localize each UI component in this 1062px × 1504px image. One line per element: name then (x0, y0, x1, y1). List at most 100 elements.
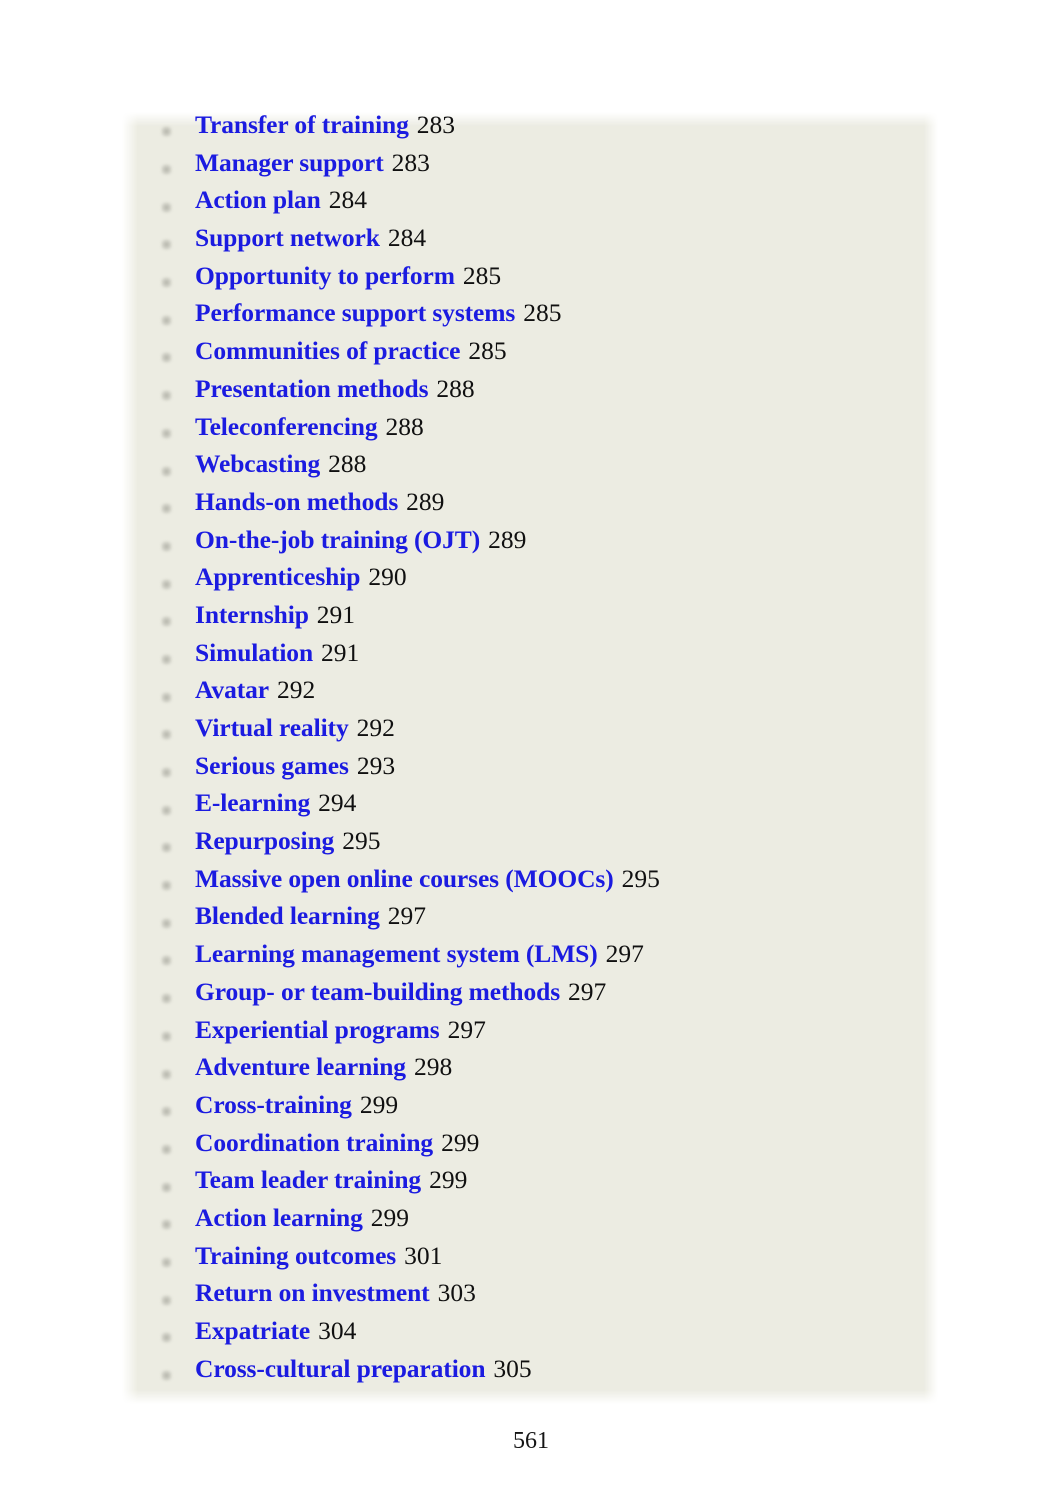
toc-entry-title[interactable]: Virtual reality (195, 715, 349, 741)
toc-entry[interactable]: Manager support 283 (122, 150, 938, 188)
toc-entry-title[interactable]: Apprenticeship (195, 564, 360, 590)
toc-entry-title[interactable]: Action plan (195, 187, 321, 213)
square-bullet-icon (160, 1181, 173, 1194)
toc-entry[interactable]: Massive open online courses (MOOCs) 295 (122, 866, 938, 904)
toc-entry-page-number: 283 (391, 147, 430, 177)
toc-entry-title[interactable]: Internship (195, 602, 309, 628)
toc-entry-title[interactable]: Teleconferencing (195, 413, 378, 440)
toc-entry-title[interactable]: On-the-job training (OJT) (195, 527, 480, 553)
toc-entry[interactable]: Adventure learning 298 (122, 1054, 938, 1092)
toc-entry-page-number: 297 (605, 939, 644, 969)
toc-entry-page-number: 289 (488, 524, 527, 554)
toc-entry-title[interactable]: Performance support systems (195, 300, 515, 326)
square-bullet-icon (160, 238, 173, 251)
toc-entry[interactable]: Repurposing 295 (122, 828, 938, 866)
toc-entry-title[interactable]: Repurposing (195, 828, 334, 854)
toc-entry-title[interactable]: Support network (195, 225, 380, 251)
toc-entry[interactable]: Cross-training 299 (122, 1092, 938, 1130)
square-bullet-icon (160, 879, 173, 892)
toc-entry[interactable]: Serious games 293 (122, 753, 938, 791)
toc-entry[interactable]: Support network 284 (122, 225, 938, 263)
toc-entry-title[interactable]: Presentation methods (195, 376, 428, 402)
square-bullet-icon (160, 389, 173, 402)
toc-entry-title[interactable]: Avatar (195, 677, 269, 703)
toc-entry-title[interactable]: Expatriate (195, 1318, 310, 1344)
square-bullet-icon (160, 540, 173, 553)
toc-entry[interactable]: Avatar 292 (122, 677, 938, 715)
toc-entry-title[interactable]: Cross-cultural preparation (195, 1356, 486, 1382)
toc-entry-page-number: 285 (523, 298, 562, 328)
square-bullet-icon (160, 1369, 173, 1382)
toc-entry[interactable]: Cross-cultural preparation 305 (122, 1356, 938, 1394)
toc-entry[interactable]: Learning management system (LMS) 297 (122, 941, 938, 979)
square-bullet-icon (160, 992, 173, 1005)
toc-entry-title[interactable]: Opportunity to perform (195, 263, 455, 289)
toc-entry-page-number: 293 (356, 750, 396, 780)
toc-entry[interactable]: On-the-job training (OJT) 289 (122, 527, 938, 565)
toc-entry[interactable]: Blended learning 297 (122, 903, 938, 941)
toc-entry[interactable]: Team leader training 299 (122, 1167, 938, 1205)
toc-entry-title[interactable]: Serious games (195, 753, 349, 779)
toc-entry-title[interactable]: Massive open online courses (MOOCs) (195, 866, 614, 892)
toc-entry[interactable]: Presentation methods 288 (122, 376, 938, 414)
toc-entry-title[interactable]: Action learning (195, 1205, 363, 1231)
toc-entry[interactable]: Experiential programs 297 (122, 1014, 938, 1055)
square-bullet-icon (160, 201, 173, 214)
toc-entry-title[interactable]: Cross-training (195, 1092, 352, 1118)
square-bullet-icon (160, 1068, 173, 1081)
toc-entry[interactable]: Webcasting 288 (122, 451, 938, 489)
square-bullet-icon (160, 465, 173, 478)
square-bullet-icon (160, 1105, 173, 1118)
toc-entry-page-number: 284 (387, 223, 427, 253)
toc-entry-title[interactable]: Team leader training (195, 1167, 421, 1193)
toc-entry-page-number: 299 (359, 1089, 399, 1119)
toc-entry-page-number: 301 (404, 1240, 443, 1270)
toc-entry[interactable]: Transfer of training 283 (122, 112, 938, 150)
toc-entry-title[interactable]: Experiential programs (195, 1016, 440, 1043)
toc-entry-title[interactable]: Transfer of training (195, 112, 409, 138)
toc-entry-title[interactable]: Learning management system (LMS) (195, 941, 598, 967)
square-bullet-icon (160, 1256, 173, 1269)
toc-entry[interactable]: Coordination training 299 (122, 1130, 938, 1168)
toc-entry-title[interactable]: Manager support (195, 150, 384, 176)
toc-entry-page-number: 305 (493, 1353, 532, 1383)
toc-entry-title[interactable]: Adventure learning (195, 1054, 406, 1080)
toc-entry[interactable]: Apprenticeship 290 (122, 564, 938, 602)
toc-entry-title[interactable]: E-learning (195, 790, 310, 816)
toc-entry-title[interactable]: Communities of practice (195, 338, 460, 364)
toc-entry-title[interactable]: Training outcomes (195, 1243, 396, 1269)
toc-entry[interactable]: Training outcomes 301 (122, 1243, 938, 1281)
toc-entry[interactable]: Action learning 299 (122, 1205, 938, 1243)
toc-entry-title[interactable]: Webcasting (195, 451, 320, 477)
toc-entry-title[interactable]: Hands-on methods (195, 489, 398, 515)
table-of-contents-list: Transfer of training 283 Manager support 28… (122, 112, 938, 1393)
toc-entry[interactable]: E-learning 294 (122, 790, 938, 828)
toc-entry[interactable]: Simulation 291 (122, 640, 938, 678)
toc-entry[interactable]: Performance support systems 285 (122, 300, 938, 338)
toc-entry[interactable]: Group- or team-building methods 297 (122, 979, 938, 1017)
toc-entry[interactable]: Communities of practice 285 (122, 338, 938, 376)
toc-entry[interactable]: Hands-on methods 289 (122, 489, 938, 527)
toc-entry-page-number: 297 (447, 1014, 486, 1044)
toc-entry-title[interactable]: Simulation (195, 640, 313, 666)
toc-entry-page-number: 297 (387, 901, 426, 931)
toc-entry-title[interactable]: Return on investment (195, 1280, 430, 1306)
toc-entry[interactable]: Return on investment 303 (122, 1280, 938, 1318)
toc-entry[interactable]: Internship 291 (122, 602, 938, 640)
toc-entry[interactable]: Virtual reality 292 (122, 715, 938, 753)
toc-entry-page-number: 288 (328, 449, 367, 479)
toc-entry-title[interactable]: Group- or team-building methods (195, 979, 560, 1005)
toc-entry-title[interactable]: Coordination training (195, 1130, 433, 1156)
toc-entry-page-number: 288 (385, 411, 424, 441)
toc-entry[interactable]: Expatriate 304 (122, 1318, 938, 1356)
toc-entry-page-number: 283 (416, 110, 456, 139)
toc-entry[interactable]: Teleconferencing 288 (122, 411, 938, 452)
toc-entry-page-number: 284 (328, 185, 367, 215)
toc-entry-page-number: 291 (316, 599, 356, 629)
toc-entry-title[interactable]: Blended learning (195, 903, 380, 929)
toc-entry[interactable]: Opportunity to perform 285 (122, 263, 938, 301)
toc-entry[interactable]: Action plan 284 (122, 187, 938, 225)
square-bullet-icon (160, 954, 173, 967)
square-bullet-icon (160, 427, 173, 440)
toc-entry-page-number: 298 (413, 1052, 453, 1082)
